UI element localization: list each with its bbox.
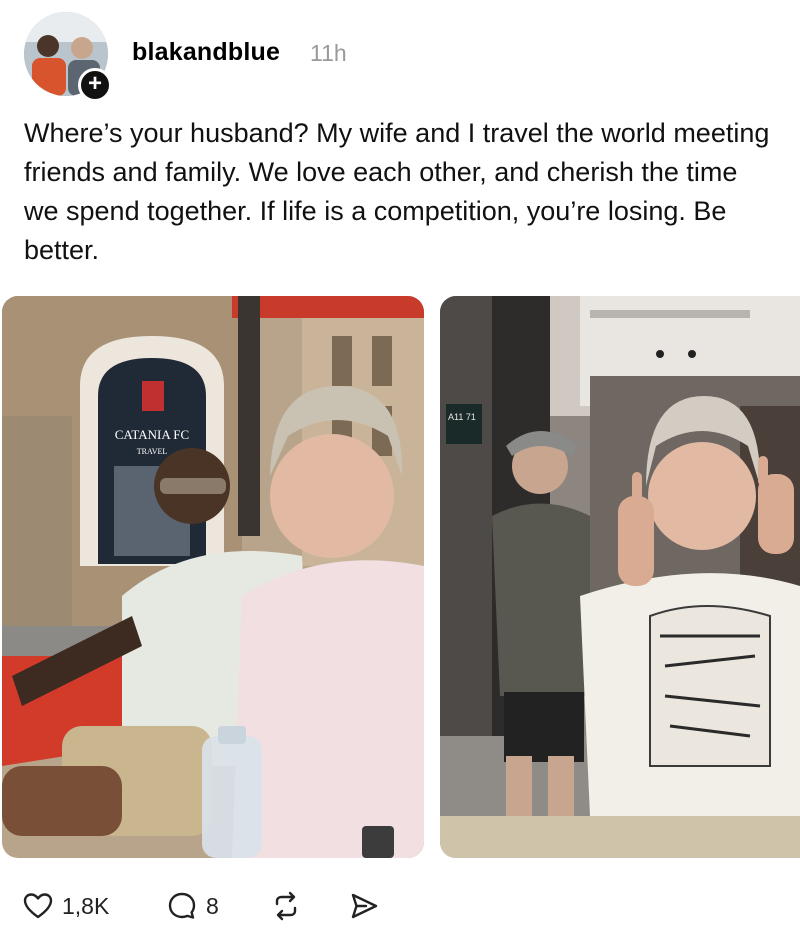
follow-button[interactable]: +	[78, 68, 112, 102]
photo-left-image: CATANIA FC TRAVEL	[2, 296, 424, 858]
avatar-container[interactable]: +	[22, 10, 112, 102]
catania-sign: CATANIA FC	[115, 427, 189, 442]
share-icon	[351, 893, 378, 919]
heart-icon	[23, 893, 53, 919]
like-button[interactable]: 1,8K	[22, 886, 109, 926]
action-bar: 1,8K 8	[22, 886, 442, 926]
like-count: 1,8K	[62, 892, 110, 919]
share-button[interactable]	[348, 886, 380, 926]
username[interactable]: blakandblue	[132, 38, 280, 67]
post-header: + blakandblue 11h	[22, 10, 782, 102]
comment-icon	[168, 892, 196, 919]
reply-count: 8	[206, 892, 219, 919]
post-text: Where’s your husband? My wife and I trav…	[24, 118, 770, 265]
photo-right[interactable]: A11 71	[440, 296, 800, 858]
photo-right-image: A11 71	[440, 296, 800, 858]
repost-button[interactable]	[270, 886, 302, 926]
catania-sign-sub: TRAVEL	[137, 447, 168, 456]
repost-icon	[275, 891, 297, 921]
timestamp: 11h	[310, 40, 347, 66]
metro-sign: A11 71	[448, 412, 476, 422]
photo-left[interactable]: CATANIA FC TRAVEL	[2, 296, 424, 858]
reply-button[interactable]: 8	[166, 886, 219, 926]
